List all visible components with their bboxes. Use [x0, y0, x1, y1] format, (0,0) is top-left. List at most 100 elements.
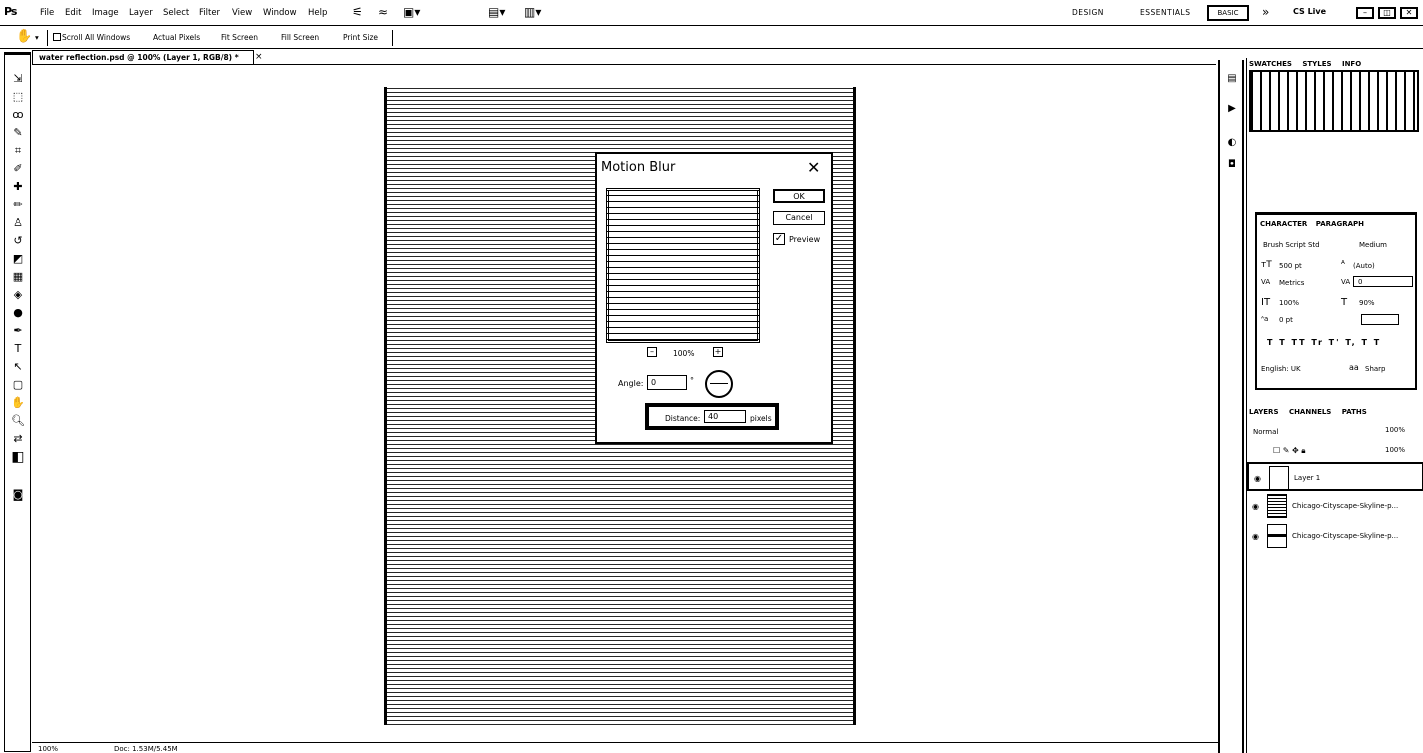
language-field[interactable]: English: UK: [1261, 365, 1301, 373]
menu-view[interactable]: View: [232, 8, 252, 18]
minimize-button[interactable]: –: [1356, 7, 1374, 19]
workspace-basic[interactable]: BASIC: [1207, 5, 1249, 21]
status-zoom[interactable]: 100%: [38, 745, 58, 753]
workspace-design[interactable]: DESIGN: [1072, 8, 1104, 17]
font-family-field[interactable]: Brush Script Std: [1263, 241, 1320, 249]
lock-icons[interactable]: ☐ ✎ ✥ 🔒︎: [1273, 446, 1305, 456]
layer-row[interactable]: ◉ Layer 1: [1247, 462, 1423, 491]
eyedropper-tool-icon[interactable]: ✐: [9, 161, 27, 177]
visibility-eye-icon[interactable]: ◉: [1254, 474, 1261, 483]
arrange-documents-icon[interactable]: ▥▾: [524, 5, 541, 19]
menu-help[interactable]: Help: [308, 8, 327, 18]
layer-row[interactable]: ◉ Chicago-Cityscape-Skyline-p...: [1247, 522, 1423, 551]
quick-mask-icon[interactable]: ◙: [9, 487, 27, 503]
dodge-tool-icon[interactable]: ●: [9, 305, 27, 321]
extras-icon[interactable]: ▣▾: [403, 5, 420, 19]
preview-thumbnail[interactable]: [606, 188, 760, 343]
blend-mode-dropdown[interactable]: Normal: [1253, 428, 1278, 436]
dialog-close-icon[interactable]: ✕: [807, 158, 820, 177]
zoom-level-icon[interactable]: ▤▾: [488, 5, 505, 19]
menu-window[interactable]: Window: [263, 8, 297, 18]
bridge-icon[interactable]: ⚟: [352, 5, 363, 19]
baseline-shift-field[interactable]: 0 pt: [1279, 316, 1293, 324]
tab-swatches[interactable]: SWATCHES: [1249, 60, 1292, 68]
layer-row[interactable]: ◉ Chicago-Cityscape-Skyline-p...: [1247, 492, 1423, 521]
tracking-field[interactable]: 0: [1353, 276, 1413, 287]
tab-layers[interactable]: LAYERS: [1249, 408, 1279, 416]
history-icon[interactable]: ▤: [1225, 72, 1239, 86]
restore-button[interactable]: ◫: [1378, 7, 1396, 19]
tool-preset-dropdown-icon[interactable]: ▾: [35, 33, 39, 42]
kerning-field[interactable]: Metrics: [1279, 279, 1304, 287]
more-workspaces-button[interactable]: »: [1262, 5, 1269, 19]
tab-character[interactable]: CHARACTER: [1260, 220, 1307, 228]
lasso-tool-icon[interactable]: ꝏ: [9, 107, 27, 123]
angle-dial[interactable]: [705, 370, 733, 398]
tab-paths[interactable]: PATHS: [1342, 408, 1367, 416]
fit-screen-button[interactable]: Fit Screen: [221, 33, 258, 42]
opacity-field[interactable]: 100%: [1385, 426, 1405, 434]
menu-image[interactable]: Image: [92, 8, 119, 18]
tab-channels[interactable]: CHANNELS: [1289, 408, 1331, 416]
antialias-field[interactable]: Sharp: [1365, 365, 1386, 373]
swatches-grid[interactable]: [1249, 70, 1419, 132]
adjustments-icon[interactable]: ◐: [1225, 136, 1239, 150]
zoom-in-button[interactable]: +: [713, 347, 723, 357]
tab-styles[interactable]: STYLES: [1302, 60, 1331, 68]
fill-screen-button[interactable]: Fill Screen: [281, 33, 319, 42]
menu-select[interactable]: Select: [163, 8, 189, 18]
visibility-eye-icon[interactable]: ◉: [1252, 532, 1259, 541]
menu-file[interactable]: File: [40, 8, 54, 18]
move-tool-icon[interactable]: ⇲: [9, 71, 27, 87]
healing-brush-icon[interactable]: ✚: [9, 179, 27, 195]
menu-edit[interactable]: Edit: [65, 8, 81, 18]
brush-tool-icon[interactable]: ✏: [9, 197, 27, 213]
eraser-tool-icon[interactable]: ◩: [9, 251, 27, 267]
minibridge-icon[interactable]: ≈: [378, 5, 388, 19]
document-tab[interactable]: water reflection.psd @ 100% (Layer 1, RG…: [32, 50, 254, 64]
masks-icon[interactable]: ◘: [1225, 158, 1239, 172]
print-size-button[interactable]: Print Size: [343, 33, 378, 42]
color-swatches-icon[interactable]: ◧: [9, 449, 27, 465]
tab-info[interactable]: INFO: [1342, 60, 1361, 68]
zoom-tool-icon[interactable]: 🔍︎: [9, 413, 27, 429]
leading-field[interactable]: (Auto): [1353, 262, 1375, 270]
visibility-eye-icon[interactable]: ◉: [1252, 502, 1259, 511]
pen-tool-icon[interactable]: ✒: [9, 323, 27, 339]
fill-field[interactable]: 100%: [1385, 446, 1405, 454]
blur-tool-icon[interactable]: ◈: [9, 287, 27, 303]
shape-tool-icon[interactable]: ▢: [9, 377, 27, 393]
hand-tool-icon[interactable]: ✋: [16, 29, 32, 44]
distance-input[interactable]: 40: [704, 410, 746, 423]
menu-layer[interactable]: Layer: [129, 8, 153, 18]
swap-colors-icon[interactable]: ⇄: [9, 431, 27, 447]
cs-live-button[interactable]: CS Live: [1293, 7, 1326, 16]
close-document-icon[interactable]: ×: [255, 52, 263, 62]
type-style-buttons[interactable]: T T TT Tr T' T, T T: [1267, 338, 1381, 347]
cancel-button[interactable]: Cancel: [773, 211, 825, 225]
close-window-button[interactable]: ✕: [1400, 7, 1418, 19]
history-brush-icon[interactable]: ↺: [9, 233, 27, 249]
ok-button[interactable]: OK: [773, 189, 825, 203]
preview-checkbox[interactable]: ✓: [773, 233, 785, 245]
vertical-scale-field[interactable]: 100%: [1279, 299, 1299, 307]
font-style-field[interactable]: Medium: [1359, 241, 1387, 249]
marquee-tool-icon[interactable]: ⬚: [9, 89, 27, 105]
workspace-essentials[interactable]: ESSENTIALS: [1140, 8, 1190, 17]
tab-paragraph[interactable]: PARAGRAPH: [1316, 220, 1364, 228]
zoom-out-button[interactable]: –: [647, 347, 657, 357]
text-color-swatch[interactable]: [1361, 314, 1399, 325]
actual-pixels-button[interactable]: Actual Pixels: [153, 33, 200, 42]
type-tool-icon[interactable]: T: [9, 341, 27, 357]
angle-input[interactable]: 0: [647, 375, 687, 390]
hand-tool-icon[interactable]: ✋: [9, 395, 27, 411]
font-size-field[interactable]: 500 pt: [1279, 262, 1302, 270]
gradient-tool-icon[interactable]: ▦: [9, 269, 27, 285]
clone-stamp-icon[interactable]: ♙: [9, 215, 27, 231]
actions-icon[interactable]: ▶: [1225, 102, 1239, 116]
quick-selection-tool-icon[interactable]: ✎: [9, 125, 27, 141]
crop-tool-icon[interactable]: ⌗: [9, 143, 27, 159]
menu-filter[interactable]: Filter: [199, 8, 220, 18]
path-selection-icon[interactable]: ↖: [9, 359, 27, 375]
horizontal-scale-field[interactable]: 90%: [1359, 299, 1375, 307]
